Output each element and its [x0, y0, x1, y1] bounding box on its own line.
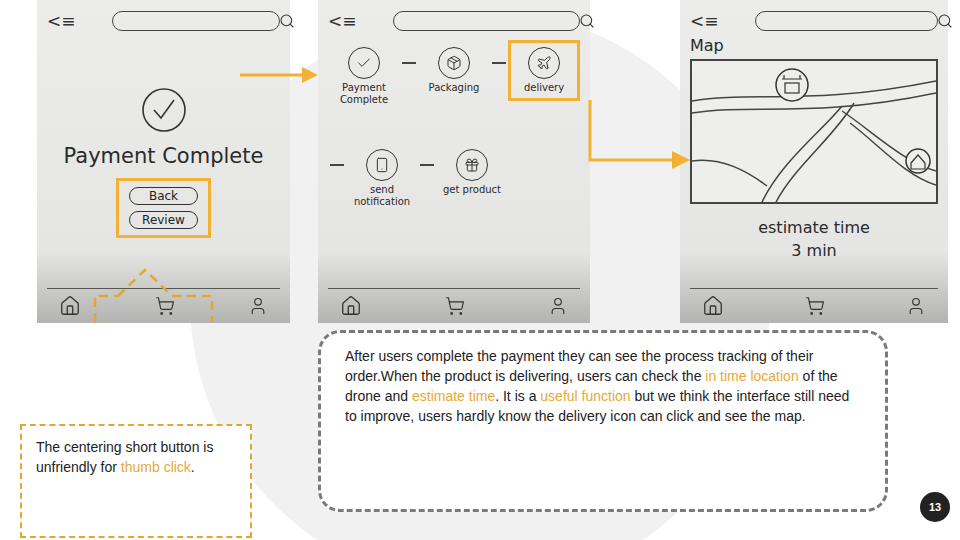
cart-icon[interactable]	[445, 296, 465, 316]
tracking-step[interactable]: get product	[436, 142, 508, 203]
back-menu-button[interactable]: <≡	[328, 11, 357, 31]
notes-row: The centering short button is unfriendly…	[0, 323, 960, 540]
note-callout: After users complete the payment they ca…	[318, 330, 888, 512]
bottom-nav	[328, 288, 580, 323]
note-text: thumb click	[121, 459, 191, 475]
step-icon	[374, 157, 390, 173]
search-field[interactable]	[112, 11, 281, 31]
tracking-screen: <≡ Payment Complete Packaging delivery send …	[318, 0, 590, 323]
prototype-row: <≡ Payment Complete Back Review <≡ Payment Co…	[0, 0, 960, 323]
step-circle	[528, 47, 560, 79]
home-icon[interactable]	[702, 295, 724, 317]
home-icon[interactable]	[59, 295, 81, 317]
home-icon[interactable]	[340, 295, 362, 317]
tracking-step[interactable]: Payment Complete	[328, 40, 400, 112]
step-circle	[456, 149, 488, 181]
tracking-step[interactable]: send notification	[346, 142, 418, 214]
payment-content: Payment Complete Back Review	[47, 36, 280, 288]
map-roads-icon	[692, 61, 936, 202]
top-bar: <≡	[47, 6, 280, 36]
step-circle	[438, 47, 470, 79]
page-number: 13	[920, 492, 950, 522]
tracking-step[interactable]: Packaging	[418, 40, 490, 101]
top-bar: <≡	[328, 6, 580, 36]
note-text: .	[191, 459, 195, 475]
payment-screen: <≡ Payment Complete Back Review	[37, 0, 290, 323]
pill-button[interactable]: Back	[129, 187, 198, 205]
pill-button[interactable]: Review	[129, 211, 198, 229]
search-field[interactable]	[755, 11, 939, 31]
search-icon[interactable]	[279, 13, 295, 29]
step-label: send notification	[351, 184, 413, 207]
profile-icon[interactable]	[906, 296, 926, 316]
step-label: Packaging	[429, 82, 480, 94]
bottom-nav	[47, 288, 280, 323]
cart-icon[interactable]	[155, 296, 175, 316]
profile-icon[interactable]	[548, 296, 568, 316]
bottom-nav	[690, 288, 938, 323]
note-text: in time location	[705, 368, 798, 384]
profile-icon[interactable]	[248, 296, 268, 316]
step-connector	[330, 164, 344, 166]
map-screen: <≡ Map estimate time 3 min	[680, 0, 948, 323]
note-callout: The centering short button is unfriendly…	[20, 424, 252, 538]
tracking-step[interactable]: delivery	[508, 40, 580, 101]
map-content: Map estimate time 3 min	[690, 36, 938, 288]
step-connector	[420, 164, 434, 166]
check-circle-icon	[140, 86, 188, 134]
eta-label: estimate time	[758, 218, 870, 237]
back-menu-button[interactable]: <≡	[690, 11, 719, 31]
step-icon	[446, 55, 462, 71]
map-view[interactable]	[690, 59, 938, 204]
search-field[interactable]	[393, 11, 581, 31]
note-text: estimate time	[412, 388, 495, 404]
cart-icon[interactable]	[805, 296, 825, 316]
map-title: Map	[690, 36, 724, 55]
step-label: Payment Complete	[333, 82, 395, 105]
step-icon	[536, 55, 552, 71]
step-icon	[356, 55, 372, 71]
slide: <≡ Payment Complete Back Review <≡ Payment Co…	[0, 0, 960, 540]
eta-value: 3 min	[791, 241, 836, 260]
step-circle	[366, 149, 398, 181]
step-connector	[492, 62, 506, 64]
step-row: send notification get product	[328, 142, 580, 214]
button-group: Back Review	[116, 178, 211, 238]
top-bar: <≡	[690, 6, 938, 36]
payment-title: Payment Complete	[64, 144, 264, 168]
step-label: delivery	[524, 82, 564, 94]
search-icon[interactable]	[579, 13, 595, 29]
step-icon	[464, 157, 480, 173]
search-icon[interactable]	[937, 13, 953, 29]
back-menu-button[interactable]: <≡	[47, 11, 76, 31]
note-text: useful function	[540, 388, 630, 404]
step-circle	[348, 47, 380, 79]
step-row: Payment Complete Packaging delivery	[328, 40, 580, 112]
step-connector	[402, 62, 416, 64]
step-label: get product	[443, 184, 501, 196]
note-text: . It is a	[495, 388, 540, 404]
tracking-content: Payment Complete Packaging delivery send no…	[328, 36, 580, 288]
